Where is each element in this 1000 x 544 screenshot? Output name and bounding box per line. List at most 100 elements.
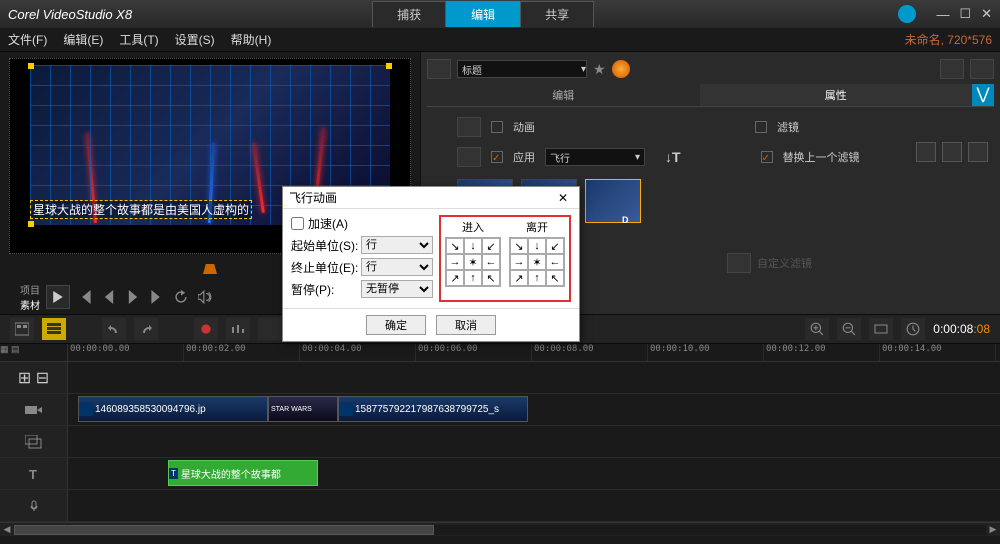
text-customize-icon[interactable]: ↓T xyxy=(665,149,681,165)
move-up-button[interactable] xyxy=(916,142,936,162)
record-button[interactable] xyxy=(194,318,218,340)
redo-button[interactable] xyxy=(134,318,158,340)
timeline-view-button[interactable] xyxy=(42,318,66,340)
tab-edit-props[interactable]: 编辑 xyxy=(427,84,700,106)
move-down-button[interactable] xyxy=(942,142,962,162)
zoom-out-button[interactable] xyxy=(837,318,861,340)
gallery-toggle-icon[interactable] xyxy=(940,59,964,79)
leave-dir-button[interactable]: → xyxy=(510,254,528,270)
storyboard-view-button[interactable] xyxy=(10,318,34,340)
enter-dir-button[interactable]: ↑ xyxy=(464,270,482,286)
menu-edit[interactable]: 编辑(E) xyxy=(63,31,103,48)
zoom-in-button[interactable] xyxy=(805,318,829,340)
animation-type-select[interactable]: 飞行▾ xyxy=(545,148,645,166)
apply-checkbox[interactable] xyxy=(491,151,503,163)
minimize-button[interactable]: — xyxy=(936,7,949,22)
track-toggle[interactable]: ⊞ ⊟ xyxy=(0,362,68,393)
material-mode-label[interactable]: 素材 xyxy=(20,297,40,312)
volume-button[interactable] xyxy=(196,288,214,306)
next-frame-button[interactable] xyxy=(124,288,142,306)
ruler-head[interactable]: ▦ ▤ xyxy=(0,344,68,361)
end-unit-select[interactable]: 行 xyxy=(361,258,433,276)
scroll-right-button[interactable]: ▶ xyxy=(986,524,1000,535)
delete-button[interactable] xyxy=(968,142,988,162)
maximize-button[interactable]: ☐ xyxy=(959,6,971,22)
video-clip[interactable]: 146089358530094796.jp xyxy=(78,396,268,422)
timecode-display[interactable]: 0:00:08:08 xyxy=(933,322,990,336)
undo-button[interactable] xyxy=(102,318,126,340)
leave-dir-button[interactable]: ✶ xyxy=(528,254,546,270)
video-clip[interactable]: 158775792217987638799725_s xyxy=(338,396,528,422)
dialog-close-button[interactable]: ✕ xyxy=(553,191,573,205)
goto-start-button[interactable] xyxy=(76,288,94,306)
scrollbar-thumb[interactable] xyxy=(14,525,434,535)
enter-dir-button[interactable]: ↓ xyxy=(464,238,482,254)
mixer-button[interactable] xyxy=(226,318,250,340)
leave-dir-button[interactable]: ↑ xyxy=(528,270,546,286)
voice-track-icon[interactable] xyxy=(0,490,68,521)
scrollbar-track[interactable] xyxy=(14,525,986,535)
title-track-body[interactable]: T星球大战的整个故事都 xyxy=(68,458,1000,489)
leave-dir-button[interactable]: ↗ xyxy=(510,270,528,286)
crop-handle[interactable] xyxy=(28,63,34,69)
enter-dir-button[interactable]: ← xyxy=(482,254,500,270)
menu-help[interactable]: 帮助(H) xyxy=(231,31,272,48)
enter-dir-button[interactable]: ↙ xyxy=(482,238,500,254)
leave-dir-button[interactable]: ↘ xyxy=(510,238,528,254)
leave-dir-button[interactable]: ↖ xyxy=(546,270,564,286)
tab-share[interactable]: 共享 xyxy=(520,1,594,27)
ok-button[interactable]: 确定 xyxy=(366,315,426,335)
library-icon[interactable] xyxy=(427,59,451,79)
enter-dir-button[interactable]: ✶ xyxy=(464,254,482,270)
tab-edit[interactable]: 编辑 xyxy=(446,1,520,27)
title-clip[interactable]: T星球大战的整个故事都 xyxy=(168,460,318,486)
video-clip[interactable]: STAR WARS xyxy=(268,396,338,422)
repeat-button[interactable] xyxy=(172,288,190,306)
enter-dir-button[interactable]: ↗ xyxy=(446,270,464,286)
menu-tools[interactable]: 工具(T) xyxy=(119,31,158,48)
video-track-icon[interactable] xyxy=(0,394,68,425)
cancel-button[interactable]: 取消 xyxy=(436,315,496,335)
prev-frame-button[interactable] xyxy=(100,288,118,306)
fit-button[interactable] xyxy=(869,318,893,340)
tab-capture[interactable]: 捕获 xyxy=(372,1,446,27)
scroll-left-button[interactable]: ◀ xyxy=(0,524,14,535)
enter-dir-button[interactable]: ↖ xyxy=(482,270,500,286)
voice-track-body[interactable] xyxy=(68,490,1000,521)
play-button[interactable] xyxy=(46,285,70,309)
replace-filter-checkbox[interactable] xyxy=(761,151,773,163)
enter-dir-button[interactable]: ↘ xyxy=(446,238,464,254)
leave-dir-button[interactable]: ↓ xyxy=(528,238,546,254)
title-track-icon[interactable]: T xyxy=(0,458,68,489)
time-ruler[interactable]: ▦ ▤ 00:00:00.00 00:00:02.00 00:00:04.00 … xyxy=(0,344,1000,362)
overlay-track-body[interactable] xyxy=(68,426,1000,457)
project-mode-label[interactable]: 项目 xyxy=(20,282,40,297)
start-unit-select[interactable]: 行 xyxy=(361,236,433,254)
close-button[interactable]: ✕ xyxy=(981,6,992,22)
globe-icon[interactable] xyxy=(898,5,916,23)
crop-handle[interactable] xyxy=(386,63,392,69)
accel-checkbox[interactable] xyxy=(291,217,304,230)
enter-dir-button[interactable]: → xyxy=(446,254,464,270)
menu-file[interactable]: 文件(F) xyxy=(8,31,47,48)
overlay-track-icon[interactable] xyxy=(0,426,68,457)
animation-checkbox[interactable] xyxy=(491,121,503,133)
auto-music-button[interactable] xyxy=(258,318,282,340)
options-toggle-icon[interactable] xyxy=(970,59,994,79)
leave-dir-button[interactable]: ↙ xyxy=(546,238,564,254)
preset-thumb-selected[interactable]: D xyxy=(585,179,641,223)
goto-end-button[interactable] xyxy=(148,288,166,306)
expand-button[interactable]: ⋁ xyxy=(972,84,994,106)
menu-settings[interactable]: 设置(S) xyxy=(175,31,215,48)
category-dropdown[interactable]: 标题▾ xyxy=(457,60,587,78)
subtitle-overlay[interactable]: 星球大战的整个故事都是由美国人虚构的 xyxy=(30,200,252,219)
dialog-titlebar[interactable]: 飞行动画 ✕ xyxy=(283,187,579,209)
pause-select[interactable]: 无暂停 xyxy=(361,280,433,298)
tab-attributes[interactable]: 属性 xyxy=(700,84,973,106)
leave-dir-button[interactable]: ← xyxy=(546,254,564,270)
video-track-body[interactable]: 146089358530094796.jp STAR WARS 15877579… xyxy=(68,394,1000,425)
playhead-marker[interactable] xyxy=(203,264,217,274)
crop-handle[interactable] xyxy=(28,221,34,227)
filter-checkbox[interactable] xyxy=(755,121,767,133)
favorite-icon[interactable]: ★ xyxy=(593,61,606,78)
